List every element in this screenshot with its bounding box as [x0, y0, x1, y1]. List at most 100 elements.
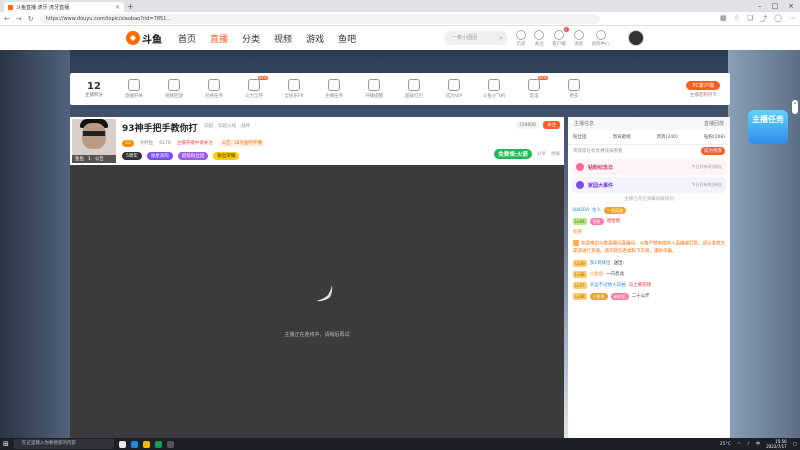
- collection-icon[interactable]: ❏: [747, 14, 753, 24]
- tag-honor[interactable]: 粉丝荣耀: [213, 152, 240, 160]
- edge-icon[interactable]: [130, 440, 138, 448]
- minimize-icon[interactable]: –: [758, 2, 762, 10]
- history-button[interactable]: 历史: [516, 29, 527, 47]
- toolbar-item-fire[interactable]: NEW 火力全开: [234, 76, 274, 99]
- tag-anniversary[interactable]: 5周年: [122, 152, 142, 160]
- chat-tabs: 粉丝团 周贡献榜 贵宾(240) 钻粉(108): [568, 130, 730, 145]
- weather-text[interactable]: 25°C: [720, 442, 731, 447]
- search-icon[interactable]: ⌕: [499, 31, 503, 45]
- checklist-icon: [328, 79, 340, 91]
- streamer-info-body: 93神手把手教你打 穿越 穿越火线 战神 ... 23 大胖鱼 6170 主播开…: [118, 117, 564, 165]
- user-avatar[interactable]: [627, 30, 644, 46]
- diamond-anniversary-card[interactable]: 钻粉纪念日 今日共有0位粉丝: [572, 159, 726, 175]
- network-icon[interactable]: ◠: [737, 442, 741, 447]
- tab-vip[interactable]: 贵宾(240): [657, 134, 678, 140]
- chat-panel: 主播信息 直播回放 粉丝团 周贡献榜 贵宾(240) 钻粉(108) 贵宾席位有…: [568, 117, 730, 438]
- streamer-avatar[interactable]: 鱼鱼 1 公告: [72, 119, 116, 163]
- notice-icon: [573, 240, 579, 246]
- toolbar-item-switch[interactable]: 直播开关: [114, 79, 154, 99]
- logo-text: 斗鱼: [142, 34, 162, 46]
- host-info-tab[interactable]: 主播信息: [574, 120, 594, 127]
- nav-home[interactable]: 首页: [178, 32, 196, 45]
- home-event-card[interactable]: 家园大事件 今日共有0位粉丝: [572, 177, 726, 193]
- tab-weekly[interactable]: 周贡献榜: [613, 134, 631, 140]
- gift-icon: [576, 163, 584, 171]
- toolbar-item-more[interactable]: 更多: [554, 79, 594, 99]
- back-icon[interactable]: ←: [4, 15, 10, 23]
- new-tab-icon[interactable]: +: [127, 2, 134, 12]
- share-icon[interactable]: ⤴: [760, 14, 767, 24]
- task-view-icon[interactable]: [118, 440, 126, 448]
- chat-message: Lv38 小鱼鱼 一只恐龙: [573, 270, 625, 278]
- client-button[interactable]: 4 客户端: [552, 26, 569, 47]
- close-icon[interactable]: ×: [115, 4, 120, 11]
- share-button[interactable]: 分享: [537, 151, 546, 157]
- cone-icon: [408, 79, 420, 91]
- streamer-name[interactable]: 大胖鱼: [140, 140, 154, 146]
- scroll-up-icon[interactable]: ▴: [792, 100, 798, 114]
- search-input[interactable]: 一条小团团 ⌕: [444, 31, 509, 45]
- toolbar-item-vip[interactable]: 成为VIP: [434, 79, 474, 99]
- more-icon: [568, 79, 580, 91]
- nav-game[interactable]: 游戏: [306, 32, 324, 45]
- extension-icons: ▦ ☆ ❏ ⤴ ◯ ⋯: [720, 14, 796, 24]
- toolbar-item-reminder[interactable]: 开播提醒: [354, 79, 394, 99]
- explorer-icon[interactable]: [142, 440, 150, 448]
- tag-fanclub[interactable]: 超级粉丝团: [177, 152, 209, 160]
- message-button[interactable]: 消息: [573, 29, 584, 47]
- pc-client-button[interactable]: PC客户端: [686, 80, 720, 90]
- host-task-float-button[interactable]: 主播任务: [748, 110, 788, 144]
- toolbar-item-host-task[interactable]: 主播任务: [314, 79, 354, 99]
- live-notice: 主播开播中请关注: [176, 141, 213, 146]
- settings-icon[interactable]: ⋯: [789, 14, 796, 24]
- points-counter[interactable]: 12 主播积分: [74, 81, 114, 98]
- windows-start-icon[interactable]: ⊞: [3, 440, 9, 448]
- pc-client-sub: 主播定制月卡: [689, 92, 717, 98]
- download-icon: [553, 29, 564, 40]
- nav-video[interactable]: 视频: [274, 32, 292, 45]
- terminal-icon[interactable]: [166, 440, 174, 448]
- close-window-icon[interactable]: ×: [788, 2, 794, 10]
- forward-icon[interactable]: →: [16, 15, 22, 23]
- grid-icon[interactable]: ▦: [720, 14, 727, 24]
- refresh-icon[interactable]: ↻: [28, 15, 34, 23]
- follow-button[interactable]: 关注: [534, 29, 545, 47]
- player-message: 主播正在连线中，请稍后再试: [284, 332, 350, 338]
- clock[interactable]: 15:56 2022/7/17: [766, 439, 787, 449]
- star-icon[interactable]: ☆: [734, 14, 740, 24]
- follow-button[interactable]: 关注: [543, 121, 560, 129]
- nav-category[interactable]: 分类: [242, 32, 260, 45]
- report-button[interactable]: 举报: [551, 151, 560, 157]
- ime-indicator[interactable]: 中: [756, 441, 761, 447]
- browser-tabstrip: 斗鱼直播 虎牙 虎牙直播 × + – □ ×: [0, 0, 800, 12]
- background-wolf-right: [728, 50, 800, 438]
- url-field[interactable]: https://www.douyu.com/topic/xiaobao?rid=…: [39, 13, 600, 24]
- toolbar-item-plane[interactable]: 斗鱼小飞机: [474, 79, 514, 99]
- home-icon: [576, 181, 584, 189]
- nav-live[interactable]: 直播: [210, 32, 228, 45]
- nav-yuba[interactable]: 鱼吧: [338, 32, 356, 45]
- toolbar-item-friends[interactable]: NEW 友谊: [514, 76, 554, 99]
- creator-button[interactable]: 创作中心: [592, 29, 610, 47]
- become-vip-button[interactable]: 成为贵宾: [701, 147, 725, 155]
- follow-area: 728600 关注: [515, 121, 560, 129]
- taskbar-search[interactable]: 在这里输入你要搜索的内容: [13, 439, 114, 449]
- maximize-icon[interactable]: □: [772, 2, 779, 10]
- tab-diamond[interactable]: 钻粉(108): [704, 134, 725, 140]
- toolbar-item-pk[interactable]: 全民乐FK: [274, 79, 314, 99]
- app-icon[interactable]: [154, 440, 162, 448]
- tag-fortune[interactable]: 福星高照: [146, 152, 173, 160]
- location-icon: [595, 29, 606, 40]
- toolbar-item-task[interactable]: 尼格任务: [194, 79, 234, 99]
- volume-icon[interactable]: ♪: [747, 442, 750, 447]
- site-logo[interactable]: ◆ 斗鱼: [126, 31, 162, 46]
- toolbar-item-replay[interactable]: 视频回放: [154, 79, 194, 99]
- video-player[interactable]: 主播正在连线中，请稍后再试: [70, 165, 564, 438]
- notification-icon[interactable]: ▢: [793, 442, 797, 447]
- user-icon[interactable]: ◯: [774, 14, 782, 24]
- browser-tab[interactable]: 斗鱼直播 虎牙 虎牙直播 ×: [4, 2, 124, 12]
- replay-tab[interactable]: 直播回放: [704, 120, 724, 127]
- free-gift-button[interactable]: 免费领:火箭: [494, 149, 532, 159]
- tab-fans[interactable]: 粉丝团: [573, 134, 587, 140]
- toolbar-item-redpacket[interactable]: 超级红包: [394, 79, 434, 99]
